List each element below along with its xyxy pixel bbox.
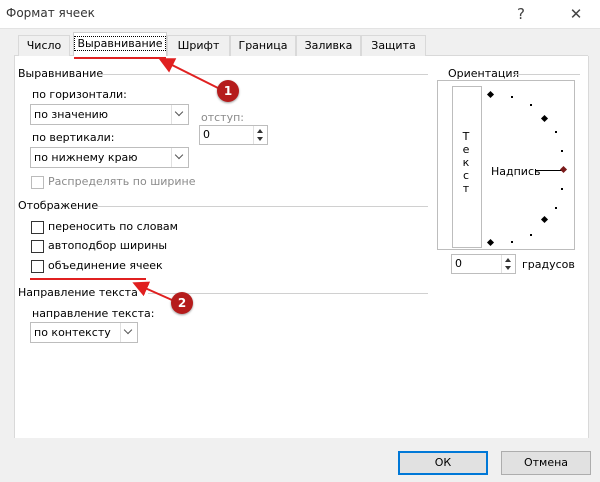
annotation-arrow-1 (158, 58, 219, 89)
annotation-badge-1: 1 (217, 80, 239, 102)
annotation-arrows (132, 58, 219, 301)
annotation-arrow-2 (132, 281, 173, 301)
annotation-badge-2: 2 (171, 292, 193, 314)
